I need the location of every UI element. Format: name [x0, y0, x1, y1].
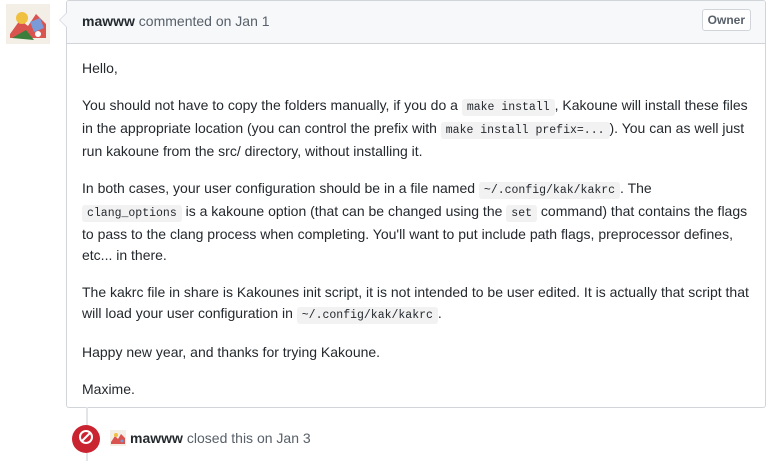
paragraph-kakrc: The kakrc file in share is Kakounes init… — [82, 282, 750, 326]
circle-slash-icon — [78, 429, 94, 450]
paragraph-config: In both cases, your user configuration s… — [82, 178, 750, 266]
inline-code: clang_options — [82, 205, 182, 222]
paragraph-new-year: Happy new year, and thanks for trying Ka… — [82, 344, 381, 360]
mini-avatar[interactable] — [110, 430, 126, 446]
closed-badge — [72, 425, 100, 453]
text: . The — [620, 180, 652, 196]
event-author-link[interactable]: mawww — [130, 430, 183, 446]
paragraph-signature: Maxime. — [82, 381, 135, 397]
inline-code: set — [506, 205, 538, 222]
comment-box: mawww commented on Jan 1 Owner Hello, Yo… — [59, 0, 766, 408]
text: You should not have to copy the folders … — [82, 97, 462, 113]
comment-body: Hello, You should not have to copy the f… — [67, 44, 765, 400]
inline-code: ~/.config/kak/kakrc — [478, 182, 621, 199]
event-text[interactable]: closed this on Jan 3 — [187, 430, 311, 446]
owner-badge: Owner — [701, 9, 751, 31]
author-link[interactable]: mawww — [82, 13, 135, 29]
comment-header: mawww commented on Jan 1 Owner — [67, 1, 765, 44]
avatar[interactable] — [6, 4, 50, 44]
inline-code: ~/.config/kak/kakrc — [296, 307, 438, 324]
paragraph-install: You should not have to copy the folders … — [82, 95, 750, 162]
comment-meta: mawww commented on Jan 1 — [82, 13, 270, 29]
text: is a kakoune option (that can be changed… — [181, 203, 507, 219]
timeline-event: mawww closed this on Jan 3 — [110, 430, 311, 446]
inline-code: make install prefix=... — [440, 122, 610, 139]
text: . — [437, 305, 442, 321]
text: In both cases, your user configuration s… — [82, 180, 479, 196]
paragraph-greeting: Hello, — [82, 60, 118, 76]
inline-code: make install — [461, 99, 555, 116]
comment-time[interactable]: commented on Jan 1 — [139, 13, 270, 29]
